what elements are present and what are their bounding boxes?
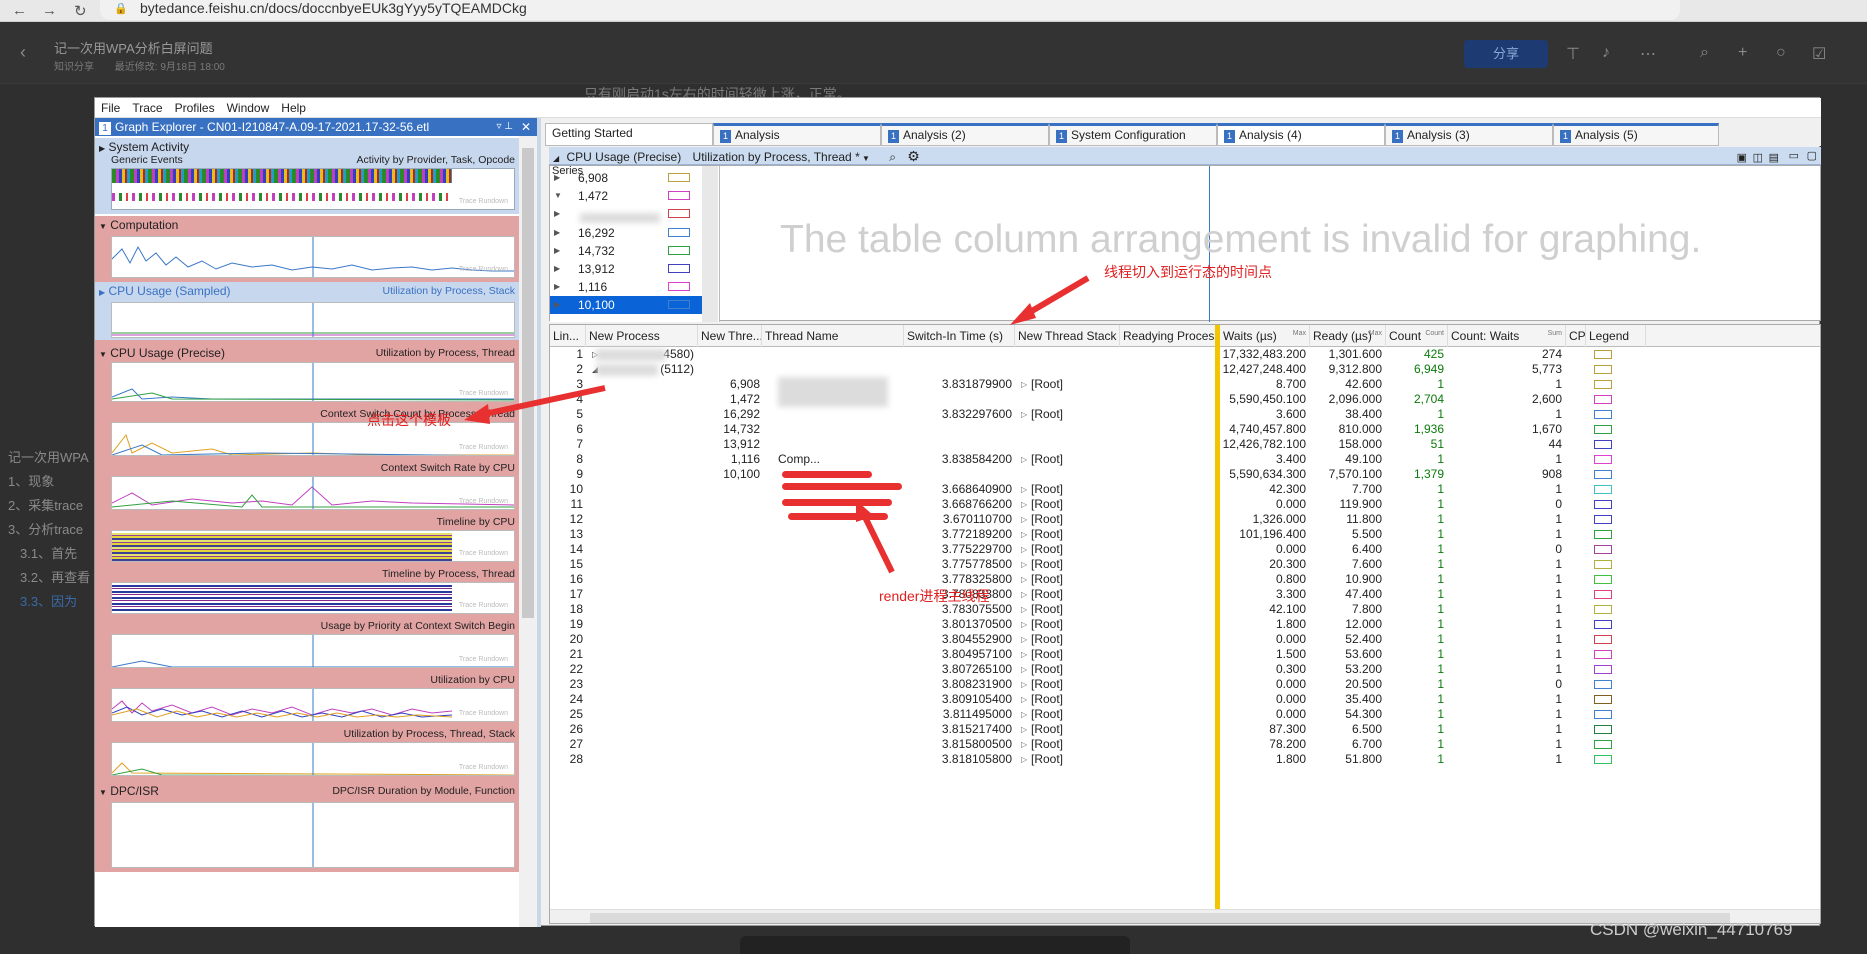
arrow-line (861, 513, 895, 574)
annotation-switch-in: 线程切入到运行态的时间点 (1104, 264, 1272, 280)
csdn-watermark: CSDN @weixin_44710769 (1590, 920, 1793, 939)
arrow-head (1010, 303, 1036, 325)
doc-bottom-toolbar (740, 936, 1130, 954)
arrow-head (856, 500, 874, 522)
annotation-render-main: render进程主线程 (879, 588, 990, 604)
arrow-line (479, 385, 606, 418)
arrow-head (464, 404, 490, 424)
annotation-arrows (464, 275, 1090, 574)
annotation-click-template: 点击这个模板 (367, 412, 451, 428)
